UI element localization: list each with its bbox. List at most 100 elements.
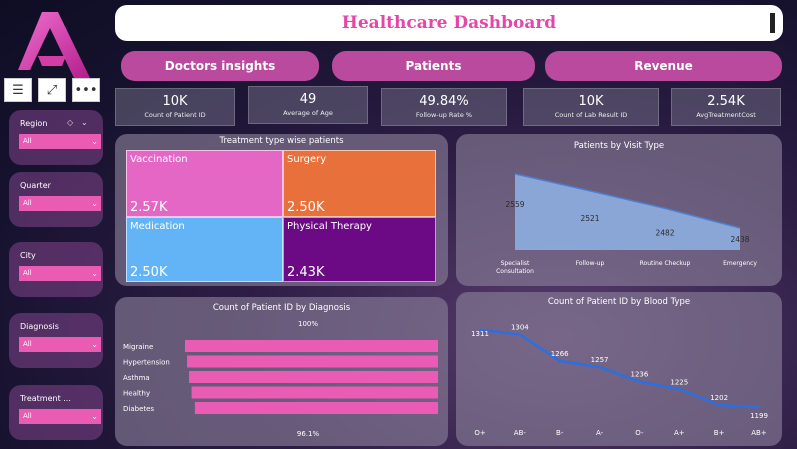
brand-logo bbox=[12, 8, 92, 80]
filter-icon[interactable]: ☰ bbox=[4, 78, 32, 102]
focus-mode-icon[interactable]: ⤢ bbox=[38, 78, 66, 102]
diagnosis-bar bbox=[194, 402, 438, 414]
data-label: 1199 bbox=[750, 412, 768, 420]
x-tick-label: AB+ bbox=[751, 429, 767, 437]
kpi-card-patient-count: 10K Count of Patient ID bbox=[115, 88, 235, 126]
treemap-tile-physical-therapy[interactable]: Physical Therapy 2.43K bbox=[283, 217, 436, 282]
data-label: 1225 bbox=[670, 378, 688, 386]
x-tick-label: AB- bbox=[514, 429, 527, 437]
diagnosis-bar bbox=[191, 386, 438, 399]
x-tick-label: A- bbox=[596, 429, 604, 437]
x-tick-label: Specialist bbox=[501, 260, 530, 267]
kpi-label: Average of Age bbox=[283, 109, 333, 117]
x-tick-label: Emergency bbox=[723, 260, 757, 267]
blood-type-chart-panel: Count of Patient ID by Blood Type 1311 13… bbox=[456, 292, 782, 446]
y-tick-label: Migraine bbox=[123, 343, 153, 351]
data-label: 1236 bbox=[631, 371, 649, 379]
data-label: 2482 bbox=[655, 228, 674, 237]
top-percent-label: 100% bbox=[298, 320, 318, 328]
tile-name: Vaccination bbox=[130, 154, 188, 165]
diagnosis-chart-panel: Count of Patient ID by Diagnosis 100% Mig… bbox=[115, 297, 448, 446]
blood-type-line-chart: 1311 1304 1266 1257 1236 1225 1202 1199 O+ AB- B- A… bbox=[471, 324, 768, 437]
kpi-label: Count of Patient ID bbox=[144, 111, 206, 119]
data-label: 1257 bbox=[591, 356, 609, 364]
page-title: Healthcare Dashboard bbox=[341, 13, 557, 33]
treemap-tile-surgery[interactable]: Surgery 2.50K bbox=[283, 150, 436, 217]
tile-value: 2.57K bbox=[130, 200, 168, 215]
cursor-bar bbox=[770, 13, 775, 33]
slicer-region: Region ◇ ⌄ All ⌄ bbox=[9, 110, 103, 165]
chevron-down-icon[interactable]: ⌄ bbox=[81, 118, 88, 127]
region-dropdown[interactable]: All ⌄ bbox=[19, 134, 101, 149]
tile-name: Medication bbox=[130, 221, 185, 232]
kpi-value: 2.54K bbox=[707, 94, 745, 109]
diagnosis-bar bbox=[187, 355, 438, 368]
slicer-diagnosis: Diagnosis All ⌄ bbox=[9, 313, 103, 368]
kpi-label: Follow-up Rate % bbox=[415, 111, 473, 119]
slicer-label: City bbox=[20, 251, 36, 260]
slicer-label: Treatment ... bbox=[20, 394, 71, 403]
kpi-value: 49.84% bbox=[419, 94, 469, 109]
treatment-dropdown[interactable]: All ⌄ bbox=[19, 409, 101, 424]
tile-value: 2.50K bbox=[130, 265, 168, 280]
slicer-city: City All ⌄ bbox=[9, 242, 103, 297]
kpi-value: 10K bbox=[162, 94, 188, 109]
y-tick-label: Diabetes bbox=[123, 405, 154, 413]
treemap-tile-medication[interactable]: Medication 2.50K bbox=[126, 217, 283, 282]
slicer-label: Quarter bbox=[20, 181, 51, 190]
nav-patients-button[interactable]: Patients bbox=[332, 51, 535, 81]
title-bar: Healthcare Dashboard bbox=[115, 5, 783, 41]
x-tick-label: Routine Checkup bbox=[640, 260, 691, 267]
kpi-card-lab-result-count: 10K Count of Lab Result ID bbox=[523, 88, 659, 126]
nav-revenue-button[interactable]: Revenue bbox=[545, 51, 782, 81]
data-label: 1311 bbox=[471, 330, 489, 338]
city-dropdown[interactable]: All ⌄ bbox=[19, 266, 101, 281]
data-label: 2438 bbox=[730, 235, 749, 244]
kpi-value: 10K bbox=[578, 94, 604, 109]
y-tick-label: Hypertension bbox=[123, 359, 170, 367]
quarter-dropdown[interactable]: All ⌄ bbox=[19, 196, 101, 211]
chevron-down-icon: ⌄ bbox=[91, 412, 98, 421]
visit-type-chart-panel: Patients by Visit Type 2559 2521 2482 2438 S… bbox=[456, 134, 782, 286]
x-tick-label: B+ bbox=[714, 429, 725, 437]
y-tick-label: Healthy bbox=[123, 390, 150, 398]
bottom-percent-label: 96.1% bbox=[297, 430, 320, 438]
x-tick-label: B- bbox=[556, 429, 564, 437]
treemap-panel: Treatment type wise patients Vaccination… bbox=[115, 134, 448, 286]
x-tick-label: A+ bbox=[674, 429, 685, 437]
kpi-label: Count of Lab Result ID bbox=[554, 111, 628, 119]
diagnosis-dropdown[interactable]: All ⌄ bbox=[19, 337, 101, 352]
y-tick-label: Asthma bbox=[123, 374, 150, 382]
eraser-icon[interactable]: ◇ bbox=[67, 118, 73, 127]
tile-name: Physical Therapy bbox=[287, 221, 372, 232]
chevron-down-icon: ⌄ bbox=[91, 137, 98, 146]
treemap-tile-vaccination[interactable]: Vaccination 2.57K bbox=[126, 150, 283, 217]
diagnosis-bar bbox=[189, 371, 438, 383]
tile-value: 2.43K bbox=[287, 265, 325, 280]
kpi-card-avg-treatment-cost: 2.54K AvgTreatmentCost bbox=[671, 88, 781, 126]
area-fill bbox=[515, 173, 740, 250]
kpi-label: AvgTreatmentCost bbox=[696, 111, 756, 119]
data-label: 2559 bbox=[505, 200, 524, 209]
chevron-down-icon: ⌄ bbox=[91, 340, 98, 349]
data-label: 1202 bbox=[710, 394, 728, 402]
chevron-down-icon: ⌄ bbox=[91, 199, 98, 208]
kpi-value: 49 bbox=[299, 92, 317, 107]
x-tick-label: O+ bbox=[474, 429, 486, 437]
x-tick-label: Consultation bbox=[496, 268, 534, 275]
visit-type-area-chart: 2559 2521 2482 2438 SpecialistConsultation Fo… bbox=[496, 173, 757, 275]
slicer-quarter: Quarter All ⌄ bbox=[9, 172, 103, 227]
chevron-down-icon: ⌄ bbox=[91, 269, 98, 278]
tile-value: 2.50K bbox=[287, 200, 325, 215]
diagnosis-bar bbox=[185, 340, 438, 352]
slicer-treatment: Treatment ... All ⌄ bbox=[9, 385, 103, 440]
visual-toolbar: ☰ ⤢ ••• bbox=[4, 78, 101, 104]
data-label: 2521 bbox=[580, 214, 599, 223]
data-label: 1304 bbox=[511, 324, 529, 332]
more-options-icon[interactable]: ••• bbox=[72, 78, 100, 102]
kpi-card-average-age: 49 Average of Age bbox=[248, 86, 368, 124]
nav-doctors-insights-button[interactable]: Doctors insights bbox=[121, 51, 319, 81]
treemap-title: Treatment type wise patients bbox=[219, 136, 344, 146]
slicer-label: Diagnosis bbox=[20, 322, 59, 331]
kpi-card-followup-rate: 49.84% Follow-up Rate % bbox=[381, 88, 507, 126]
